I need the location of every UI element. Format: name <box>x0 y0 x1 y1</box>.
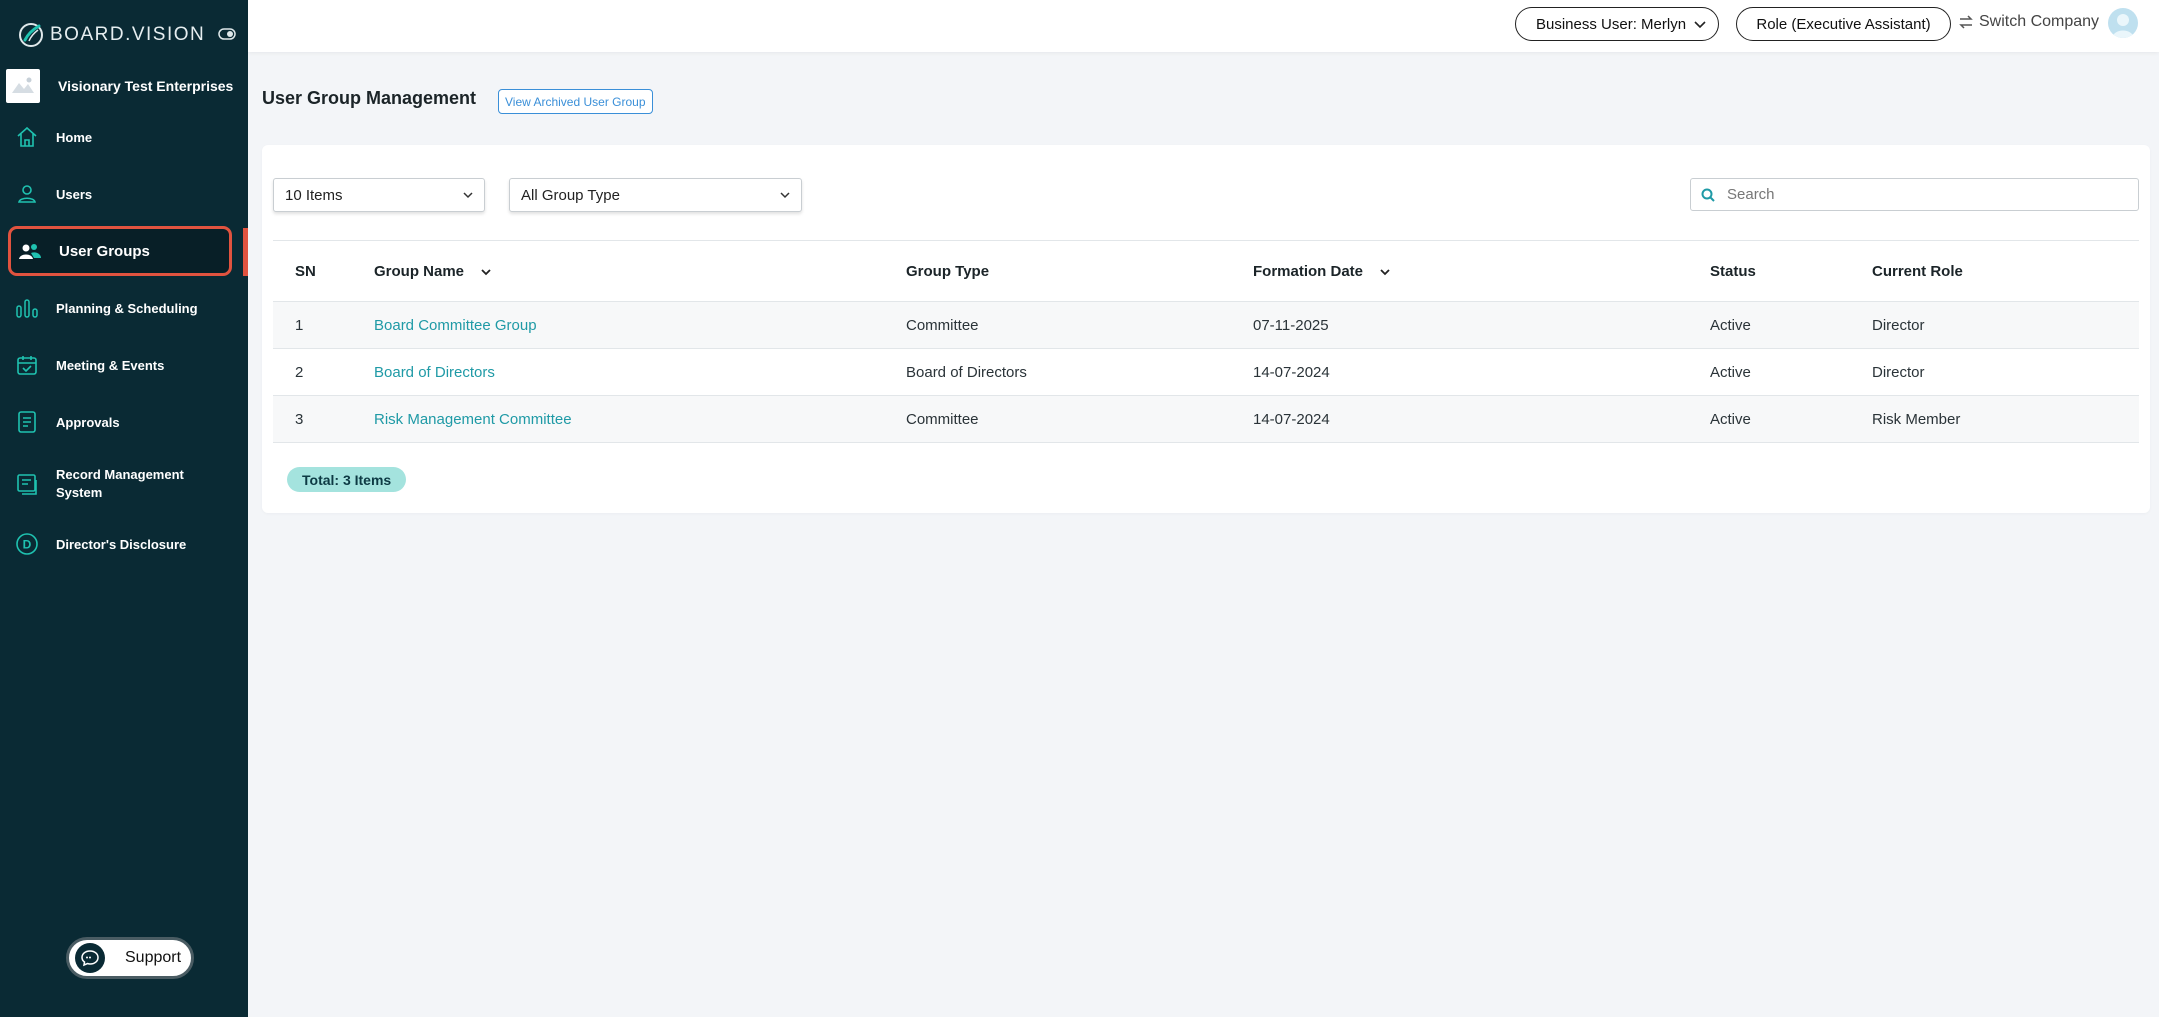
header-group-type: Group Type <box>906 240 1253 302</box>
circle-d-icon: D <box>14 531 40 557</box>
switch-company-button[interactable]: Switch Company <box>1958 13 2099 31</box>
role-button[interactable]: Role (Executive Assistant) <box>1736 7 1951 41</box>
sidebar-item-record-management[interactable]: Record Management System <box>8 464 232 504</box>
support-label: Support <box>125 949 182 966</box>
top-bar: Business User: Merlyn Role (Executive As… <box>248 0 2159 52</box>
bar-chart-icon <box>14 295 40 321</box>
cell-formation-date: 07-11-2025 <box>1253 301 1710 349</box>
chevron-down-icon <box>780 192 790 199</box>
items-per-page-value: 10 Items <box>285 186 343 204</box>
user-group-icon <box>17 238 43 264</box>
total-items-badge: Total: 3 Items <box>287 467 407 492</box>
chat-support-icon <box>75 943 105 973</box>
header-formation-date-label: Formation Date <box>1253 262 1364 280</box>
header-status: Status <box>1710 240 1872 302</box>
sidebar-item-label: Approvals <box>56 414 120 430</box>
sidebar-item-label: User Groups <box>59 242 150 260</box>
home-icon <box>14 124 40 150</box>
company-selector[interactable]: Visionary Test Enterprises <box>6 67 242 105</box>
cell-sn: 1 <box>273 301 374 349</box>
cell-current-role: Director <box>1872 301 2139 349</box>
table-row: 1 Board Committee Group Committee 07-11-… <box>273 301 2139 349</box>
sidebar-item-label: Home <box>56 129 93 145</box>
brand-name: BOARD.VISION <box>50 24 206 45</box>
group-type-select[interactable]: All Group Type <box>509 178 802 212</box>
svg-text:D: D <box>23 538 32 552</box>
user-icon <box>14 181 40 207</box>
cell-group-type: Committee <box>906 301 1253 349</box>
header-current-role: Current Role <box>1872 240 2139 302</box>
search-input[interactable] <box>1725 185 2129 204</box>
sidebar-item-planning-scheduling[interactable]: Planning & Scheduling <box>8 294 232 322</box>
company-logo <box>6 69 40 103</box>
company-name: Visionary Test Enterprises <box>58 78 234 94</box>
document-icon <box>14 409 40 435</box>
cell-status: Active <box>1710 395 1872 443</box>
record-icon <box>14 471 40 497</box>
page-title: User Group Management <box>262 88 477 108</box>
sidebar-item-approvals[interactable]: Approvals <box>8 408 232 436</box>
cell-sn: 2 <box>273 348 374 396</box>
cell-group-type: Board of Directors <box>906 348 1253 396</box>
switch-arrows-icon <box>1959 15 1973 29</box>
active-indicator <box>243 228 248 276</box>
sidebar-item-directors-disclosure[interactable]: D Director's Disclosure <box>8 530 232 558</box>
search-box <box>1690 178 2139 211</box>
group-name-link[interactable]: Board Committee Group <box>374 317 537 334</box>
header-formation-date[interactable]: Formation Date <box>1253 240 1710 302</box>
group-type-value: All Group Type <box>521 186 620 204</box>
table-header-row: SN Group Name Group Type Formation Date … <box>273 240 2139 302</box>
sidebar-toggle-icon[interactable] <box>218 28 236 40</box>
cell-formation-date: 14-07-2024 <box>1253 395 1710 443</box>
sidebar-item-label: Director's Disclosure <box>56 536 187 552</box>
cell-group-type: Committee <box>906 395 1253 443</box>
header-sn: SN <box>273 240 374 302</box>
cell-current-role: Director <box>1872 348 2139 396</box>
business-user-dropdown[interactable]: Business User: Merlyn <box>1515 7 1719 41</box>
user-avatar-icon <box>2112 14 2134 38</box>
header-group-name-label: Group Name <box>374 262 465 280</box>
board-vision-logo-icon <box>19 23 43 47</box>
calendar-check-icon <box>14 352 40 378</box>
cell-status: Active <box>1710 348 1872 396</box>
brand[interactable]: BOARD.VISION <box>16 20 205 50</box>
avatar[interactable] <box>2108 8 2138 38</box>
cell-current-role: Risk Member <box>1872 395 2139 443</box>
user-group-card: 10 Items All Group Type SN Group Name Gr… <box>262 145 2150 513</box>
sidebar-item-meeting-events[interactable]: Meeting & Events <box>8 351 232 379</box>
sidebar-item-label: Record Management System <box>56 467 184 500</box>
business-user-label: Business User: Merlyn <box>1536 15 1687 33</box>
sort-chevron-icon[interactable] <box>1379 267 1391 277</box>
sidebar-item-user-groups[interactable]: User Groups <box>8 226 232 276</box>
company-logo-icon <box>12 77 34 93</box>
header-group-name[interactable]: Group Name <box>374 240 906 302</box>
table-row: 2 Board of Directors Board of Directors … <box>273 348 2139 396</box>
role-label: Role (Executive Assistant) <box>1756 15 1931 33</box>
cell-sn: 3 <box>273 395 374 443</box>
sort-chevron-icon[interactable] <box>480 267 492 277</box>
view-archived-button[interactable]: View Archived User Group <box>498 89 653 114</box>
cell-status: Active <box>1710 301 1872 349</box>
sidebar-item-users[interactable]: Users <box>8 180 232 208</box>
chevron-down-icon <box>1694 21 1706 29</box>
sidebar-item-label: Users <box>56 186 93 202</box>
cell-formation-date: 14-07-2024 <box>1253 348 1710 396</box>
support-button[interactable]: Support <box>66 937 194 979</box>
sidebar-item-label: Planning & Scheduling <box>56 300 198 316</box>
chevron-down-icon <box>463 192 473 199</box>
user-group-table: SN Group Name Group Type Formation Date … <box>273 240 2139 443</box>
group-name-link[interactable]: Risk Management Committee <box>374 411 572 428</box>
switch-company-label: Switch Company <box>1979 13 2100 30</box>
sidebar-item-home[interactable]: Home <box>8 123 232 151</box>
table-row: 3 Risk Management Committee Committee 14… <box>273 395 2139 443</box>
group-name-link[interactable]: Board of Directors <box>374 364 495 381</box>
sidebar: BOARD.VISION Visionary Test Enterprises … <box>0 0 248 1017</box>
sidebar-item-label: Meeting & Events <box>56 357 165 373</box>
items-per-page-select[interactable]: 10 Items <box>273 178 485 212</box>
search-icon <box>1701 188 1715 202</box>
